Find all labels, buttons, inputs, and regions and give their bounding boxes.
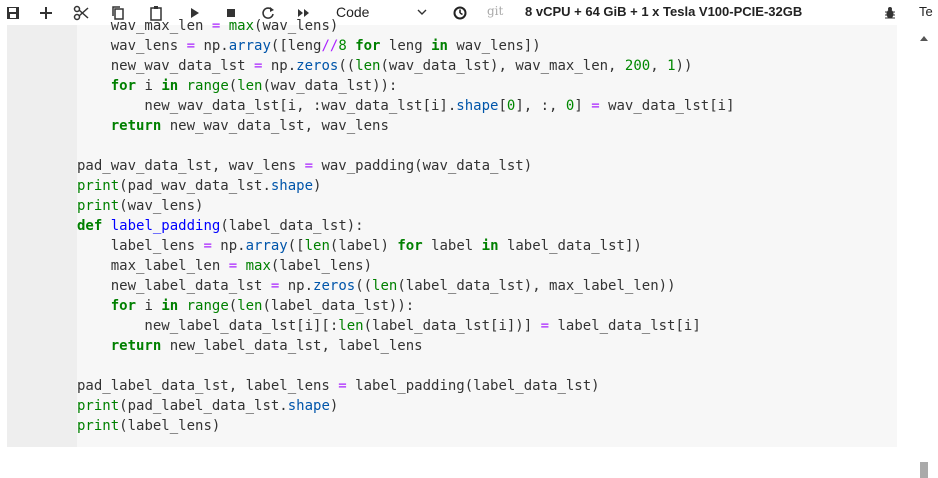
bug-icon[interactable] — [880, 0, 900, 25]
code-line[interactable]: pad_label_data_lst, label_lens = label_p… — [77, 378, 600, 394]
code-line[interactable]: print(label_lens) — [77, 418, 220, 434]
code-line[interactable]: new_wav_data_lst = np.zeros((len(wav_dat… — [77, 58, 693, 74]
cell-prompt — [7, 25, 70, 447]
code-line[interactable]: return new_wav_data_lst, wav_lens — [77, 118, 389, 134]
scroll-up-arrow-icon[interactable] — [920, 36, 928, 41]
code-line[interactable]: wav_max_len = max(wav_lens) — [77, 18, 339, 34]
code-line[interactable]: wav_lens = np.array([leng//8 for leng in… — [77, 38, 541, 54]
code-line[interactable]: new_label_data_lst[i][:len(label_data_ls… — [77, 318, 700, 334]
add-icon[interactable] — [35, 0, 57, 25]
code-line[interactable]: return new_label_data_lst, label_lens — [77, 338, 423, 354]
code-line[interactable]: for i in range(len(wav_data_lst)): — [77, 78, 398, 94]
save-icon[interactable] — [2, 0, 24, 25]
vertical-scrollbar[interactable] — [917, 25, 938, 478]
code-line[interactable]: label_lens = np.array([len(label) for la… — [77, 238, 642, 254]
toolbar-overflow-label[interactable]: Te — [919, 4, 933, 19]
code-line[interactable]: print(pad_wav_data_lst.shape) — [77, 178, 321, 194]
code-line[interactable]: print(wav_lens) — [77, 198, 203, 214]
code-line[interactable]: max_label_len = max(label_lens) — [77, 258, 372, 274]
code-line[interactable]: for i in range(len(label_data_lst)): — [77, 298, 415, 314]
code-line[interactable]: print(pad_label_data_lst.shape) — [77, 398, 338, 414]
code-line[interactable]: def label_padding(label_data_lst): — [77, 218, 364, 234]
scroll-thumb[interactable] — [920, 462, 928, 478]
code-text[interactable]: wav_max_len = max(wav_lens) wav_lens = n… — [77, 16, 735, 436]
code-line[interactable]: new_label_data_lst = np.zeros((len(label… — [77, 278, 676, 294]
code-line[interactable]: pad_wav_data_lst, wav_lens = wav_padding… — [77, 158, 532, 174]
code-line[interactable]: new_wav_data_lst[i, :wav_data_lst[i].sha… — [77, 98, 734, 114]
